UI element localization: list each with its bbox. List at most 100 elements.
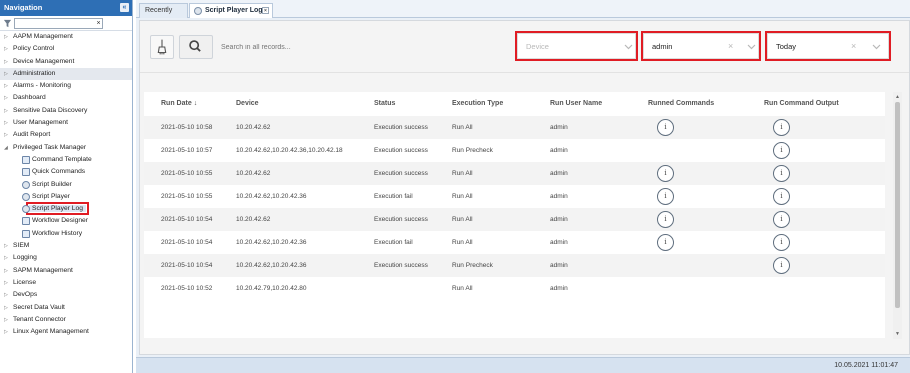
clear-user-filter-button[interactable]: × [728, 34, 733, 59]
table-row[interactable]: 2021-05-10 10:54 10.20.42.62 Execution suc… [144, 208, 885, 231]
collapsed-arrow-icon[interactable]: ▷ [4, 252, 8, 264]
runned-commands-info-button[interactable]: i [657, 165, 674, 182]
tab-script-player-log[interactable]: Script Player Log × [189, 3, 273, 18]
scrollbar-thumb[interactable] [895, 102, 900, 308]
search-button[interactable] [179, 35, 213, 59]
table-row[interactable]: 2021-05-10 10:54 10.20.42.62,10.20.42.36 E… [144, 231, 885, 254]
scroll-up-icon[interactable]: ▲ [895, 94, 900, 100]
runned-commands-info-button[interactable]: i [657, 119, 674, 136]
chevron-down-icon [747, 44, 756, 50]
nav-item-sapm-management[interactable]: ▷ SAPM Management [0, 265, 132, 277]
runned-commands-info-button[interactable]: i [657, 188, 674, 205]
table-row[interactable]: 2021-05-10 10:55 10.20.42.62 Execution suc… [144, 162, 885, 185]
clear-date-filter-button[interactable]: × [851, 34, 856, 59]
vertical-scrollbar[interactable]: ▲ ▼ [893, 92, 902, 339]
nav-item-license[interactable]: ▷ License [0, 277, 132, 289]
collapsed-arrow-icon[interactable]: ▷ [4, 68, 8, 80]
command-output-info-button[interactable]: i [773, 142, 790, 159]
nav-item-command-template[interactable]: Command Template [0, 154, 132, 166]
collapsed-arrow-icon[interactable]: ▷ [4, 105, 8, 117]
nav-item-sensitive-data-discovery[interactable]: ▷ Sensitive Data Discovery [0, 105, 132, 117]
nav-item-tenant-connector[interactable]: ▷ Tenant Connector [0, 314, 132, 326]
broom-icon [157, 39, 167, 55]
table-row[interactable]: 2021-05-10 10:52 10.20.42.79,10.20.42.80 R… [144, 277, 885, 300]
column-header-device[interactable]: Device [236, 92, 259, 116]
search-input[interactable] [216, 35, 516, 59]
collapsed-arrow-icon[interactable]: ▷ [4, 326, 8, 338]
table-row[interactable]: 2021-05-10 10:55 10.20.42.62,10.20.42.36 E… [144, 185, 885, 208]
navigation-filter: × [0, 16, 132, 31]
collapsed-arrow-icon[interactable]: ▷ [4, 117, 8, 129]
table-row[interactable]: 2021-05-10 10:58 10.20.42.62 Execution suc… [144, 116, 885, 139]
collapsed-arrow-icon[interactable]: ▷ [4, 240, 8, 252]
collapsed-arrow-icon[interactable]: ▷ [4, 289, 8, 301]
clear-filters-button[interactable] [150, 35, 174, 59]
nav-item-devops[interactable]: ▷ DevOps [0, 289, 132, 301]
nav-item-audit-report[interactable]: ▷ Audit Report [0, 129, 132, 141]
nav-item-script-player-log[interactable]: Script Player Log [0, 202, 132, 216]
expanded-arrow-icon[interactable]: ◢ [4, 142, 8, 154]
collapsed-arrow-icon[interactable]: ▷ [4, 302, 8, 314]
table-row[interactable]: 2021-05-10 10:57 10.20.42.62,10.20.42.36,… [144, 139, 885, 162]
command-output-info-button[interactable]: i [773, 119, 790, 136]
nav-item-alarms-monitoring[interactable]: ▷ Alarms - Monitoring [0, 80, 132, 92]
runned-commands-info-button[interactable]: i [657, 211, 674, 228]
column-header-execution-type[interactable]: Execution Type [452, 92, 503, 116]
command-output-info-button[interactable]: i [773, 257, 790, 274]
nav-item-user-management[interactable]: ▷ User Management [0, 117, 132, 129]
close-tab-button[interactable]: × [262, 7, 269, 14]
runned-commands-info-button[interactable]: i [657, 234, 674, 251]
nav-item-quick-commands[interactable]: Quick Commands [0, 166, 132, 178]
device-filter-dropdown[interactable]: Device [515, 31, 638, 61]
nav-item-device-management[interactable]: ▷ Device Management [0, 56, 132, 68]
date-filter-dropdown[interactable]: Today × [765, 31, 891, 61]
status-clock: 10.05.2021 11:01:47 [834, 362, 898, 369]
column-header-run-date[interactable]: Run Date ↓ [161, 92, 197, 116]
collapsed-arrow-icon[interactable]: ▷ [4, 31, 8, 43]
collapse-navigation-button[interactable]: « [120, 3, 129, 12]
command-output-info-button[interactable]: i [773, 188, 790, 205]
nav-item-logging[interactable]: ▷ Logging [0, 252, 132, 264]
nav-item-script-builder[interactable]: Script Builder [0, 179, 132, 191]
cell-run-user-name: admin [550, 147, 568, 154]
collapsed-arrow-icon[interactable]: ▷ [4, 265, 8, 277]
column-header-run-command-output[interactable]: Run Command Output [764, 92, 839, 116]
quick-commands-icon [22, 168, 30, 177]
nav-item-aapm-management[interactable]: ▷ AAPM Management [0, 31, 132, 43]
column-header-run-user-name[interactable]: Run User Name [550, 92, 602, 116]
nav-item-label: Sensitive Data Discovery [13, 106, 88, 114]
command-output-info-button[interactable]: i [773, 211, 790, 228]
nav-item-dashboard[interactable]: ▷ Dashboard [0, 92, 132, 104]
collapsed-arrow-icon[interactable]: ▷ [4, 80, 8, 92]
user-filter-dropdown[interactable]: admin × [641, 31, 761, 61]
nav-item-script-player[interactable]: Script Player [0, 191, 132, 203]
column-header-runned-commands[interactable]: Runned Commands [648, 92, 714, 116]
nav-item-label: Tenant Connector [13, 315, 66, 323]
table-row[interactable]: 2021-05-10 10:54 10.20.42.62,10.20.42.36 E… [144, 254, 885, 277]
nav-item-administration[interactable]: ▷ Administration [0, 67, 132, 81]
clear-filter-button[interactable]: × [94, 18, 103, 29]
script-log-table: Run Date ↓ Device Status Execution Type … [144, 92, 885, 338]
command-output-info-button[interactable]: i [773, 234, 790, 251]
collapsed-arrow-icon[interactable]: ▷ [4, 56, 8, 68]
nav-item-secret-data-vault[interactable]: ▷ Secret Data Vault [0, 302, 132, 314]
nav-item-linux-agent-management[interactable]: ▷ Linux Agent Management [0, 326, 132, 338]
table-header: Run Date ↓ Device Status Execution Type … [144, 92, 885, 116]
nav-item-workflow-history[interactable]: Workflow History [0, 228, 132, 240]
nav-item-privileged-task-manager[interactable]: ◢ Privileged Task Manager [0, 142, 132, 154]
nav-item-siem[interactable]: ▷ SIEM [0, 240, 132, 252]
collapsed-arrow-icon[interactable]: ▷ [4, 129, 8, 141]
collapsed-arrow-icon[interactable]: ▷ [4, 314, 8, 326]
nav-item-policy-control[interactable]: ▷ Policy Control [0, 43, 132, 55]
column-header-status[interactable]: Status [374, 92, 395, 116]
user-filter-value: admin [652, 42, 673, 51]
scroll-down-icon[interactable]: ▼ [895, 331, 900, 337]
collapsed-arrow-icon[interactable]: ▷ [4, 277, 8, 289]
collapsed-arrow-icon[interactable]: ▷ [4, 92, 8, 104]
nav-item-workflow-designer[interactable]: Workflow Designer [0, 215, 132, 227]
navigation-filter-input[interactable] [14, 18, 103, 29]
cell-status: Execution success [374, 262, 428, 269]
command-output-info-button[interactable]: i [773, 165, 790, 182]
collapsed-arrow-icon[interactable]: ▷ [4, 43, 8, 55]
tab-recently-view[interactable]: Recently View [139, 3, 188, 28]
